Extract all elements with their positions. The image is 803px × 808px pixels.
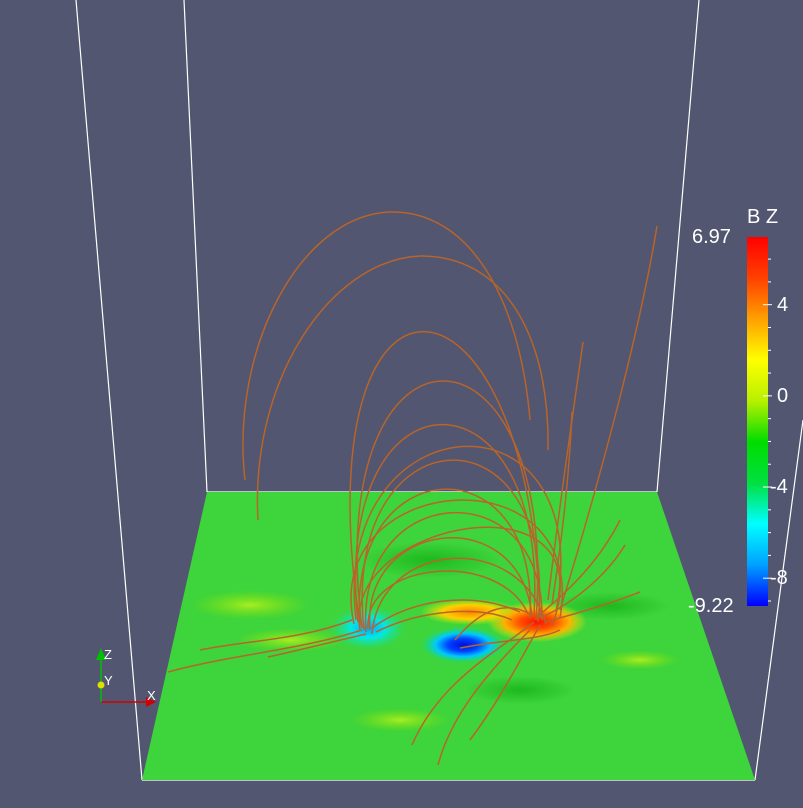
orientation-axes: X Z Y xyxy=(96,647,156,707)
colorbar-tick-label: -8 xyxy=(770,567,788,590)
colorbar-gradient xyxy=(747,237,768,606)
x-axis-label: X xyxy=(147,688,156,703)
colorbar-tick-label: 4 xyxy=(777,293,789,316)
colorbar xyxy=(747,237,772,606)
colorbar-max-label: 6.97 xyxy=(692,226,731,248)
colorbar-tick-label: 0 xyxy=(777,384,789,407)
3d-scene[interactable]: X Z Y xyxy=(0,0,803,803)
colorbar-min-label: -9.22 xyxy=(688,595,734,617)
z-axis-label: Z xyxy=(104,647,112,662)
render-viewport[interactable]: X Z Y B Z 6.97 -9.22 4 0 -4 -8 xyxy=(0,0,803,803)
field-line xyxy=(242,211,531,481)
colorbar-tick-label: -4 xyxy=(770,476,788,499)
y-axis-label: Y xyxy=(104,673,113,688)
colorbar-title: B Z xyxy=(747,206,779,228)
